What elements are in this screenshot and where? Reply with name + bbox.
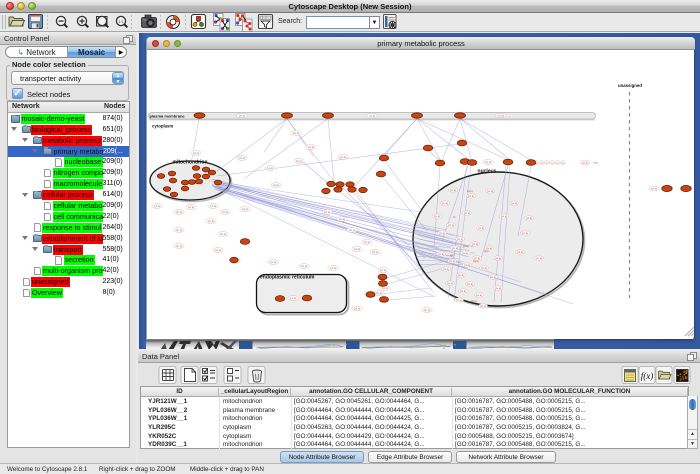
svg-text:(xx a): (xx a) <box>376 291 383 295</box>
svg-text:(xx a): (xx a) <box>467 283 473 286</box>
svg-text:(xx a): (xx a) <box>340 155 347 159</box>
svg-text:x(x): x(x) <box>450 253 454 257</box>
svg-text:(xx a): (xx a) <box>490 276 496 279</box>
svg-text:(xx a): (xx a) <box>439 232 445 235</box>
svg-text:(xx a): (xx a) <box>498 115 504 118</box>
svg-text:(xx a): (xx a) <box>526 217 532 220</box>
svg-text:(xx a): (xx a) <box>501 215 507 218</box>
svg-text:(xx a): (xx a) <box>438 253 444 256</box>
svg-text:(xxx): (xxx) <box>593 162 598 165</box>
svg-text:x(x): x(x) <box>484 249 488 253</box>
svg-text:f(x): f(x) <box>641 371 654 381</box>
svg-text:(x): (x) <box>556 163 559 165</box>
svg-text:(xx a): (xx a) <box>456 299 462 302</box>
svg-text:(xx a): (xx a) <box>372 250 379 254</box>
svg-text:(xx a): (xx a) <box>495 287 501 290</box>
svg-text:(xx a): (xx a) <box>324 210 331 214</box>
svg-text:(xx a): (xx a) <box>511 202 517 205</box>
svg-text:(xx a): (xx a) <box>176 210 183 214</box>
svg-text:(xx a): (xx a) <box>447 282 453 285</box>
svg-text:unassigned: unassigned <box>618 83 642 88</box>
svg-text:(xx a): (xx a) <box>476 294 482 297</box>
svg-text:(xx a): (xx a) <box>293 131 300 135</box>
svg-text:(xx a): (xx a) <box>215 248 222 252</box>
svg-text:(xx a): (xx a) <box>485 160 492 164</box>
svg-text:(xx a): (xx a) <box>480 305 486 308</box>
svg-text:(xx a): (xx a) <box>460 290 466 293</box>
svg-text:(xx a): (xx a) <box>273 183 280 187</box>
svg-text:(xx a): (xx a) <box>458 274 464 277</box>
svg-text:x(xx): x(xx) <box>473 259 479 263</box>
svg-text:(xx a): (xx a) <box>239 115 245 118</box>
svg-text:(xx a): (xx a) <box>457 238 463 241</box>
svg-text:(xx a): (xx a) <box>452 247 458 250</box>
svg-text:(xx a): (xx a) <box>464 212 470 215</box>
svg-text:(xx a): (xx a) <box>354 307 361 311</box>
svg-text:(xx a): (xx a) <box>442 202 448 205</box>
svg-text:(xx a): (xx a) <box>176 228 183 232</box>
svg-text:(xx a): (xx a) <box>481 267 487 270</box>
svg-text:(xx a): (xx a) <box>462 252 468 255</box>
svg-text:(xx a): (xx a) <box>380 268 387 272</box>
svg-text:(xx a): (xx a) <box>582 161 589 165</box>
svg-text:(x): (x) <box>562 163 565 165</box>
svg-text:(xx a): (xx a) <box>450 189 456 192</box>
svg-text:(xx a): (xx a) <box>242 207 249 211</box>
svg-text:(xx a): (xx a) <box>270 260 277 264</box>
svg-text:cytoplasm: cytoplasm <box>152 124 173 129</box>
svg-text:(xx a): (xx a) <box>222 210 229 214</box>
svg-text:(xx a): (xx a) <box>651 187 658 191</box>
svg-text:(xx a): (xx a) <box>487 190 493 193</box>
svg-text:x(xx): x(xx) <box>471 299 477 303</box>
svg-text:(xx a): (xx a) <box>449 260 455 263</box>
svg-text:endoplasmic reticulum: endoplasmic reticulum <box>260 275 315 281</box>
svg-text:(xx a): (xx a) <box>536 257 542 260</box>
svg-text:plasma membrane: plasma membrane <box>150 114 186 119</box>
svg-text:(xx a): (xx a) <box>448 224 454 227</box>
svg-text:(xx a): (xx a) <box>330 266 337 270</box>
svg-text:(xx a): (xx a) <box>522 232 528 235</box>
svg-text:(xx a): (xx a) <box>339 217 346 221</box>
svg-text:nucleus: nucleus <box>478 169 497 175</box>
svg-text:(xx a): (xx a) <box>301 264 308 268</box>
svg-text:(xx a): (xx a) <box>220 232 227 236</box>
svg-text:mitochondrion: mitochondrion <box>173 160 208 166</box>
svg-text:(xx a): (xx a) <box>176 244 183 248</box>
svg-text:1:1: 1:1 <box>118 19 124 24</box>
svg-text:(xx a): (xx a) <box>424 308 431 312</box>
svg-text:x(xx): x(xx) <box>463 244 469 248</box>
svg-text:(xx a): (xx a) <box>308 145 315 149</box>
svg-text:(xx a): (xx a) <box>354 247 361 251</box>
svg-text:(xx a): (xx a) <box>478 227 484 230</box>
svg-text:(xx a): (xx a) <box>239 156 246 160</box>
svg-text:(xx a): (xx a) <box>434 215 440 218</box>
svg-text:(xx a): (xx a) <box>464 264 470 267</box>
svg-text:(xx a): (xx a) <box>349 228 356 232</box>
svg-text:(xx a): (xx a) <box>154 204 161 208</box>
svg-text:(x): (x) <box>546 163 549 165</box>
svg-text:(xx a): (xx a) <box>369 115 375 118</box>
svg-text:(x): (x) <box>540 163 543 165</box>
svg-text:(xx a): (xx a) <box>208 219 215 223</box>
svg-text:(xx a): (xx a) <box>267 166 274 170</box>
svg-text:(xx a): (xx a) <box>443 268 449 271</box>
svg-text:(xx a): (xx a) <box>193 151 200 155</box>
svg-text:(xx a): (xx a) <box>188 205 195 209</box>
svg-text:(xx a): (xx a) <box>296 159 303 163</box>
svg-text:(xx a): (xx a) <box>290 296 297 300</box>
svg-text:(xx a): (xx a) <box>472 243 478 246</box>
svg-text:(xx a): (xx a) <box>468 195 474 198</box>
svg-text:(xx a): (xx a) <box>517 251 523 254</box>
svg-text:(xx a): (xx a) <box>210 204 217 208</box>
svg-text:(x): (x) <box>551 163 554 165</box>
svg-text:x(xx): x(xx) <box>467 189 473 193</box>
svg-text:(xx a): (xx a) <box>495 257 501 260</box>
svg-text:(xx a): (xx a) <box>364 240 371 244</box>
